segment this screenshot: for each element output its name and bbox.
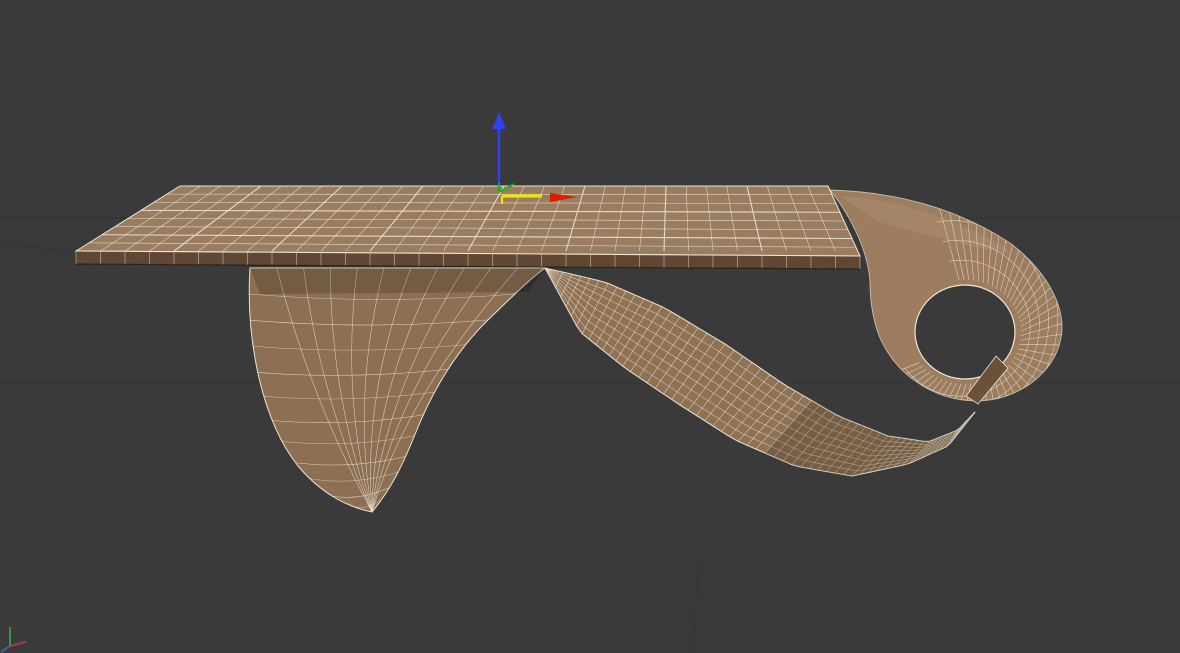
wireframe-line <box>905 381 947 401</box>
ribbon-left-leg <box>248 267 547 513</box>
under-table-shadow <box>250 268 545 294</box>
world-axis-z <box>0 645 11 653</box>
world-axis-x <box>9 641 27 647</box>
wireframe-line <box>885 377 939 401</box>
viewport-canvas[interactable] <box>0 0 1180 653</box>
wireframe-line <box>860 369 927 401</box>
wireframe-line <box>846 362 920 391</box>
world-axis-icon <box>0 627 27 653</box>
wireframe-line <box>895 379 943 401</box>
wireframe-line <box>868 372 930 401</box>
gizmo-z-axis-handle[interactable] <box>492 112 506 192</box>
3d-viewport[interactable] <box>0 0 1180 653</box>
tabletop-surface <box>76 186 860 256</box>
gizmo-z-arrowhead <box>492 112 506 129</box>
table-mesh-object[interactable] <box>74 181 1067 518</box>
grid-line <box>691 559 701 653</box>
wireframe-line <box>876 374 934 401</box>
